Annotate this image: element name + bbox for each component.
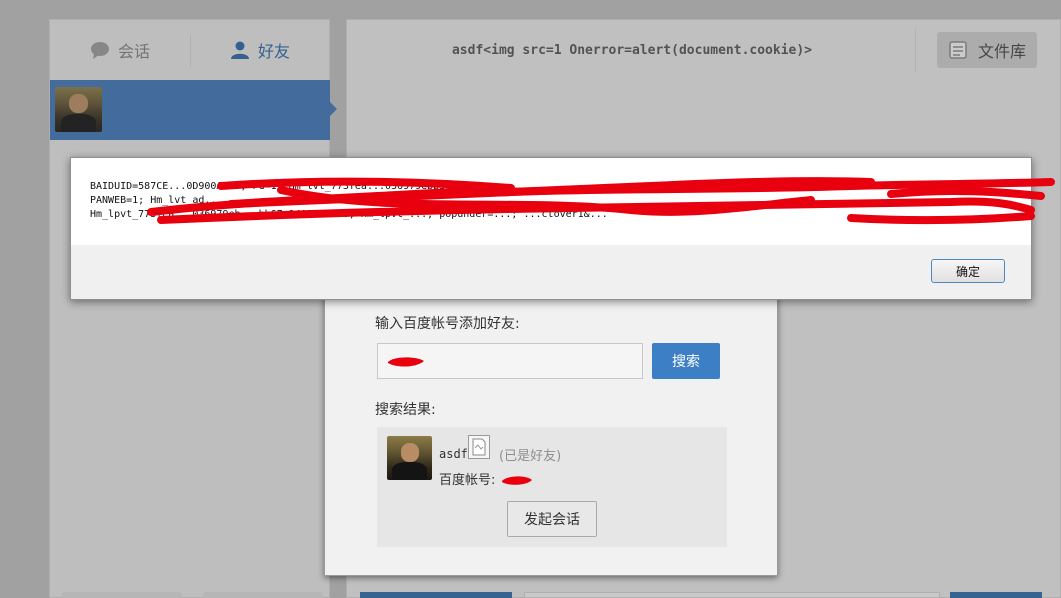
broken-image-icon: [468, 435, 490, 459]
redaction-mark: [501, 475, 532, 485]
start-chat-button[interactable]: 发起会话: [507, 501, 597, 537]
baidu-account-label-text: 百度帐号:: [439, 473, 496, 488]
baidu-account-label: 百度帐号:: [439, 469, 534, 488]
alert-ok-button[interactable]: 确定: [931, 259, 1005, 283]
result-avatar: [387, 436, 432, 480]
search-result-card: asdf (已是好友) 百度帐号: 发起会话: [377, 427, 727, 547]
redaction-mark: [388, 357, 424, 367]
alert-dialog: BAIDUID=587CE...0D900A...; PG=1; Hm_lvt_…: [70, 157, 1055, 300]
search-results-label: 搜索结果:: [375, 402, 436, 418]
account-search-input[interactable]: [377, 343, 643, 379]
redaction-scribble: [147, 177, 1055, 225]
alert-body: BAIDUID=587CE...0D900A...; PG=1; Hm_lvt_…: [71, 158, 1055, 245]
friend-status: (已是好友): [499, 449, 562, 464]
add-friend-prompt: 输入百度帐号添加好友:: [375, 316, 520, 332]
search-button[interactable]: 搜索: [652, 343, 720, 379]
result-name: asdf: [439, 447, 468, 461]
